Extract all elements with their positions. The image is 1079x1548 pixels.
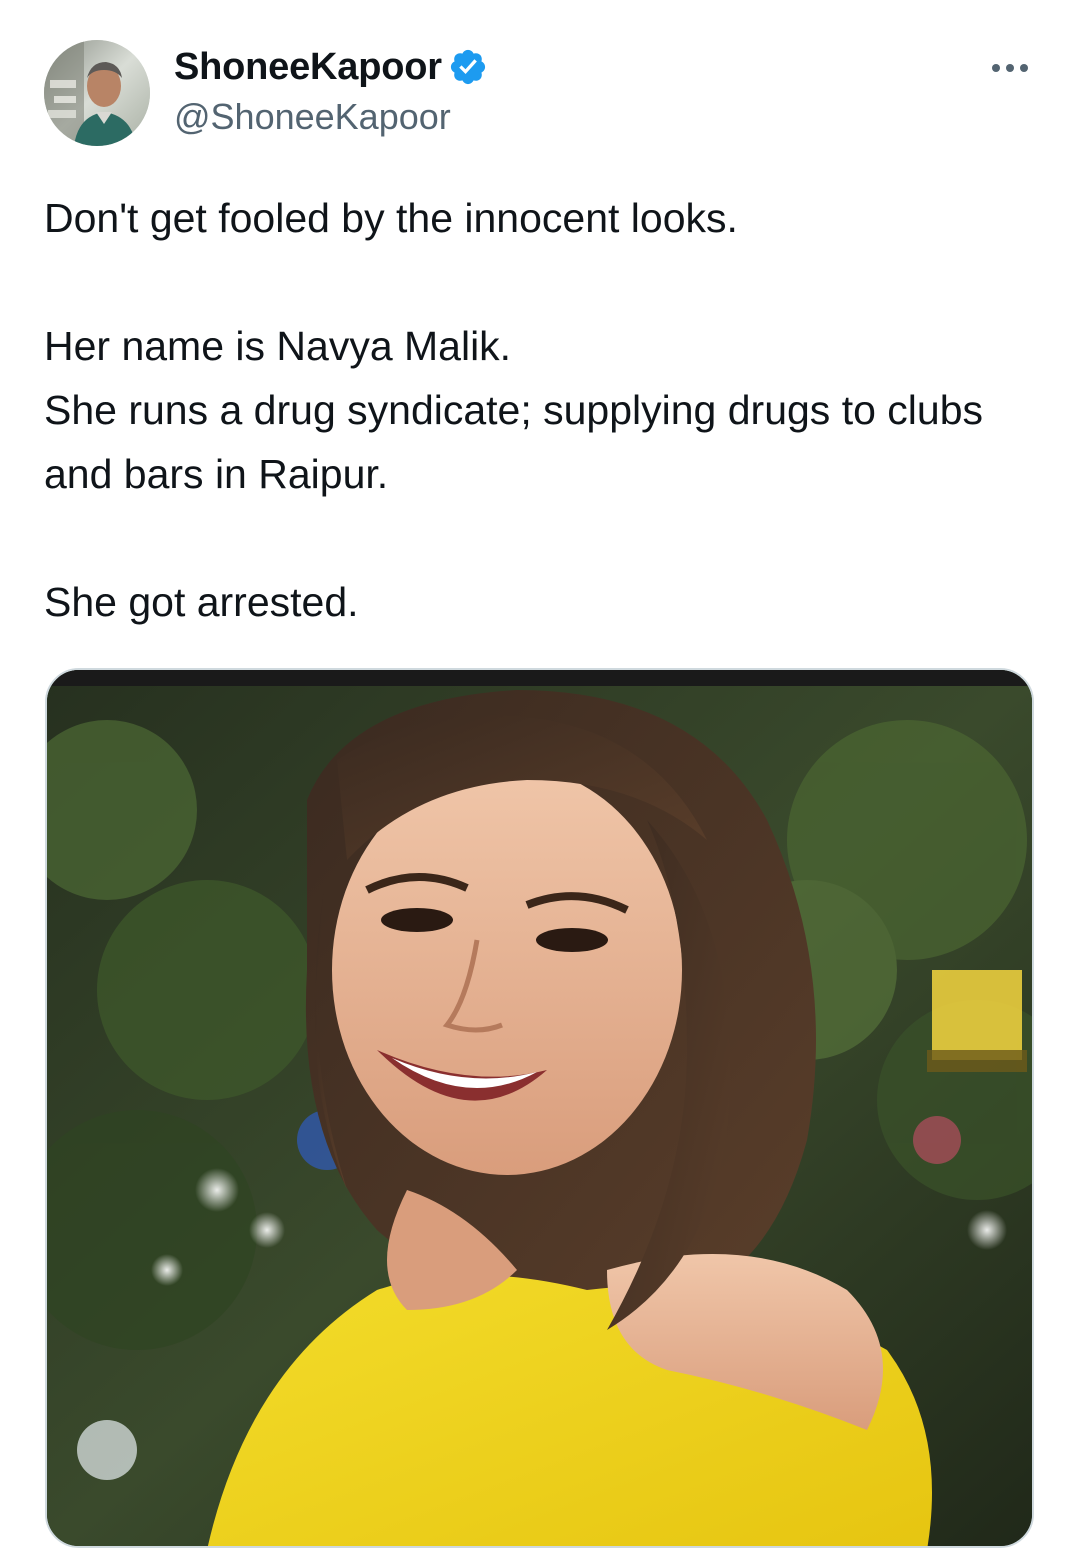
display-name[interactable]: ShoneeKapoor [174, 46, 442, 89]
tweet-text: Don't get fooled by the innocent looks. … [44, 186, 1034, 634]
photo-image [47, 670, 1032, 1546]
tweet-spacer [44, 506, 1034, 570]
more-horizontal-icon[interactable] [986, 54, 1034, 82]
author-name-row[interactable]: ShoneeKapoor [174, 44, 488, 90]
tweet-line-2: Her name is Navya Malik. [44, 323, 512, 369]
tweet-line-3: She runs a drug syndicate; supplying dru… [44, 387, 995, 497]
avatar[interactable] [44, 40, 150, 146]
verified-badge-icon [448, 47, 488, 87]
avatar-image [44, 40, 150, 146]
tweet-line-1: Don't get fooled by the innocent looks. [44, 195, 738, 241]
tweet-photo[interactable] [45, 668, 1034, 1548]
author-handle[interactable]: @ShoneeKapoor [174, 96, 451, 138]
tweet-spacer [44, 250, 1034, 314]
tweet-line-4: She got arrested. [44, 579, 359, 625]
